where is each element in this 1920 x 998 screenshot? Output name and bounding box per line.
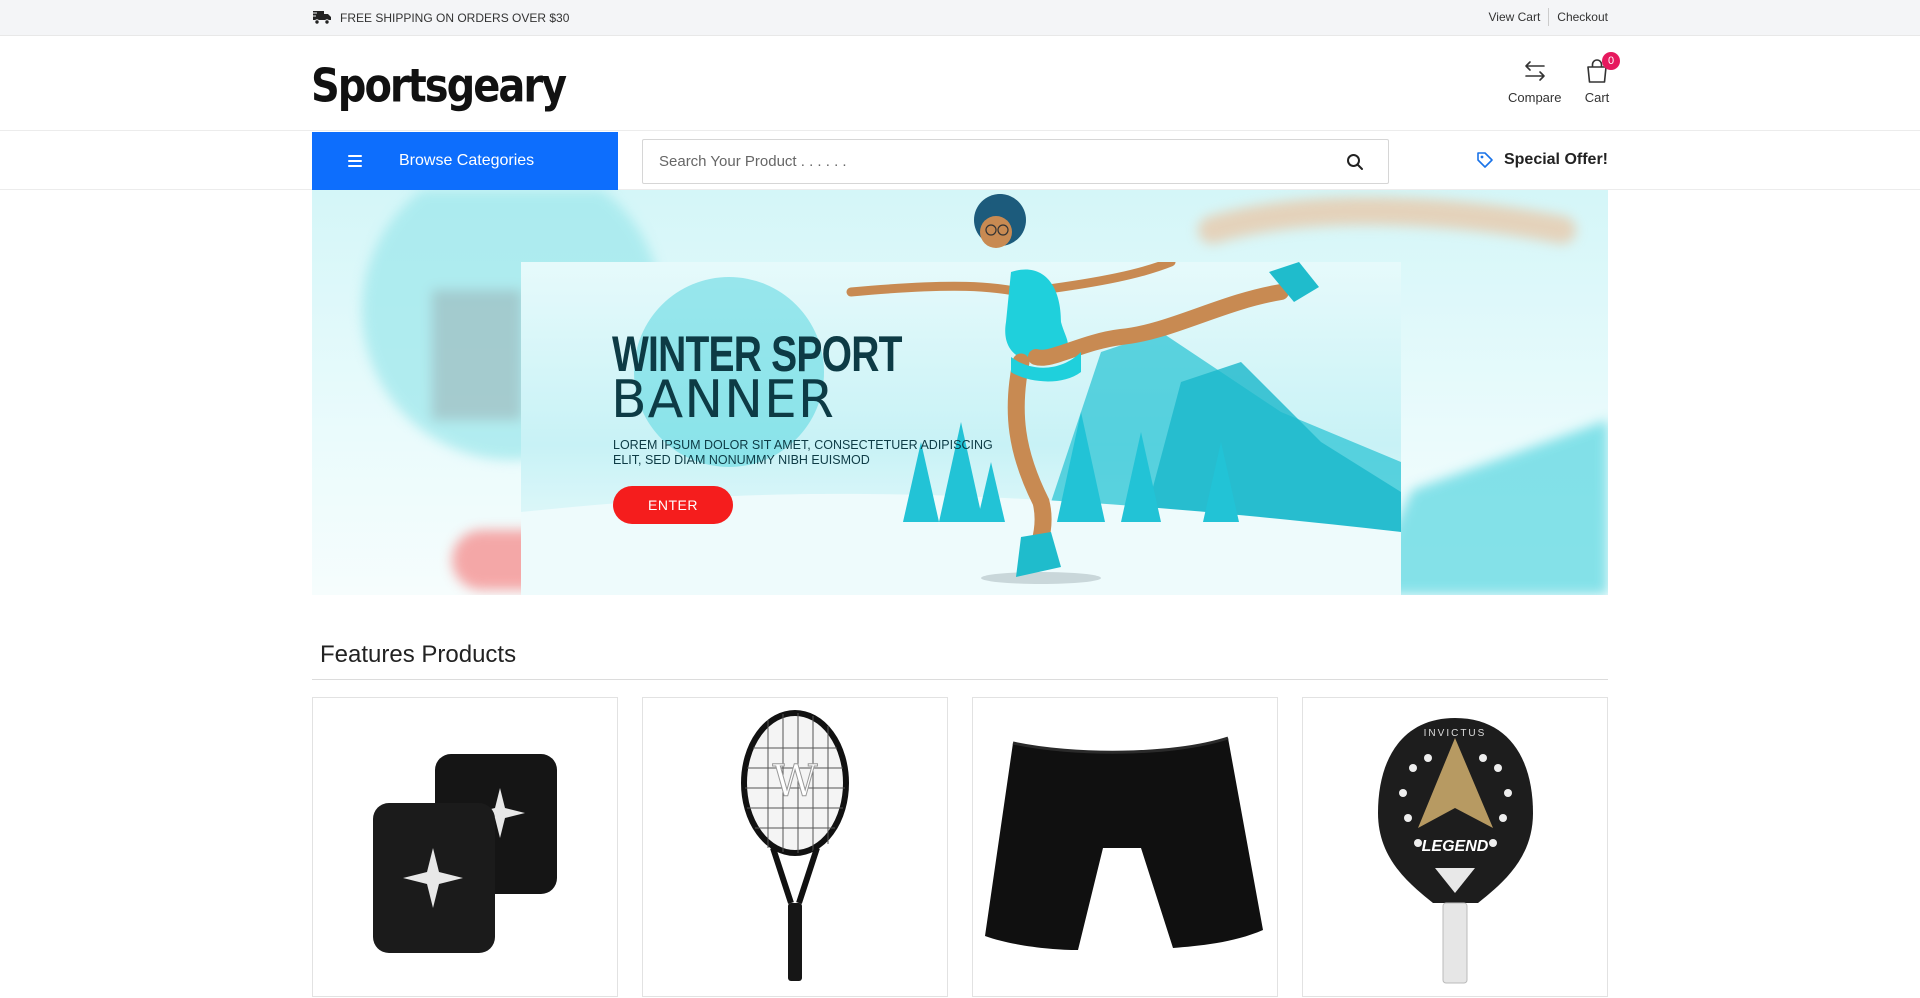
wristbands-image bbox=[373, 754, 557, 953]
product-card[interactable]: W bbox=[642, 697, 948, 997]
price-tag-icon bbox=[1477, 152, 1493, 168]
header: Sportsgeary Compare Cart 0 bbox=[0, 36, 1920, 131]
cart-button[interactable]: Cart 0 bbox=[1582, 52, 1620, 105]
checkout-link[interactable]: Checkout bbox=[1549, 10, 1608, 24]
padel-racket-image: INVICTUS LEGEND bbox=[1378, 718, 1533, 984]
compare-arrows-icon bbox=[1524, 61, 1545, 81]
product-card[interactable] bbox=[312, 697, 618, 997]
padel-brand-text: INVICTUS bbox=[1424, 728, 1487, 739]
banner-inner-panel: WINTER SPORT BANNER LOREM IPSUM DOLOR SI… bbox=[521, 262, 1401, 595]
tennis-racket-image: W bbox=[741, 710, 849, 981]
product-card[interactable] bbox=[972, 697, 1278, 997]
cart-label: Cart bbox=[1584, 90, 1610, 105]
search-button[interactable] bbox=[1322, 140, 1388, 183]
shipping-text: FREE SHIPPING ON ORDERS OVER $30 bbox=[340, 11, 570, 25]
compare-button[interactable]: Compare bbox=[1508, 56, 1561, 105]
top-bar: FREE SHIPPING ON ORDERS OVER $30 View Ca… bbox=[0, 0, 1920, 36]
special-offer-label: Special Offer! bbox=[1503, 151, 1608, 168]
banner-description: LOREM IPSUM DOLOR SIT AMET, CONSECTETUER… bbox=[613, 438, 993, 467]
view-cart-link[interactable]: View Cart bbox=[1481, 10, 1549, 24]
site-logo[interactable]: Sportsgeary bbox=[311, 60, 567, 113]
hamburger-icon bbox=[348, 154, 362, 168]
features-divider bbox=[312, 679, 1608, 680]
nav-bar: Browse Categories Special Offer! bbox=[0, 131, 1920, 190]
browse-categories-label: Browse Categories bbox=[399, 152, 535, 169]
product-card[interactable]: INVICTUS LEGEND bbox=[1302, 697, 1608, 997]
search-icon bbox=[1347, 153, 1363, 170]
special-offer-link[interactable]: Special Offer! bbox=[1476, 151, 1608, 169]
banner-title-line2: BANNER bbox=[611, 370, 836, 430]
browse-categories-button[interactable]: Browse Categories bbox=[312, 132, 618, 190]
svg-text:W: W bbox=[772, 756, 818, 807]
skater-head-illustration bbox=[974, 194, 1026, 248]
top-links: View Cart Checkout bbox=[1481, 8, 1608, 26]
hero-banner[interactable]: WINTER SPORT BANNER LOREM IPSUM DOLOR SI… bbox=[312, 190, 1608, 595]
search-bar bbox=[642, 139, 1389, 184]
features-title: Features Products bbox=[320, 641, 517, 668]
black-shorts-image bbox=[985, 736, 1263, 950]
padel-model-text: LEGEND bbox=[1422, 838, 1489, 855]
banner-enter-button[interactable]: ENTER bbox=[613, 486, 733, 524]
shipping-notice: FREE SHIPPING ON ORDERS OVER $30 bbox=[312, 9, 569, 27]
compare-label: Compare bbox=[1508, 90, 1562, 105]
truck-icon bbox=[312, 9, 332, 28]
cart-count-badge: 0 bbox=[1602, 52, 1620, 70]
search-input[interactable] bbox=[643, 140, 1322, 183]
